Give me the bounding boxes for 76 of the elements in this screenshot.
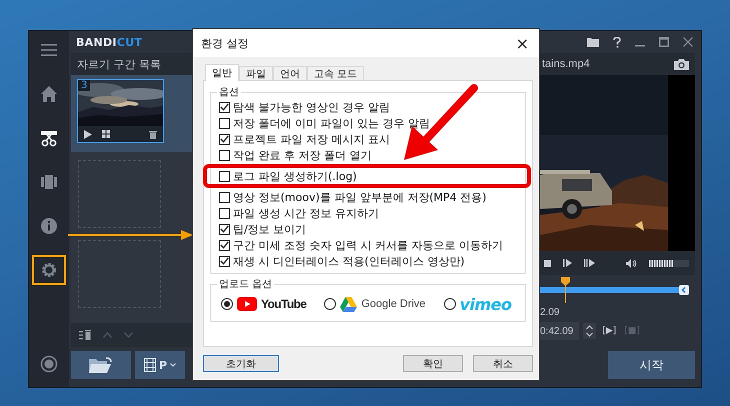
- option-label: 프로젝트 파일 저장 메시지 표시: [233, 132, 390, 146]
- export-format-button[interactable]: P: [135, 351, 185, 379]
- drive-logo-icon: [340, 296, 358, 312]
- reset-button[interactable]: 초기화: [203, 355, 279, 372]
- option-label: 파일 생성 시간 정보 유지하기: [233, 206, 379, 220]
- checkbox[interactable]: [219, 208, 230, 218]
- checkbox[interactable]: [219, 150, 230, 160]
- group-label: 옵션: [218, 86, 240, 99]
- option-label: 영상 정보(moov)를 파일 앞부분에 저장(MP4 전용): [233, 190, 486, 204]
- option-label: 저장 폴더에 이미 파일이 있는 경우 알림: [233, 116, 430, 130]
- close-button[interactable]: ×: [510, 34, 535, 52]
- youtube-label: YouTube: [261, 297, 306, 311]
- google-drive-label: Google Drive: [361, 298, 426, 310]
- time-field[interactable]: 0:42.09: [540, 322, 580, 340]
- menu-icon: [40, 41, 58, 59]
- collapse-icon[interactable]: [679, 285, 689, 295]
- option-label: 재생 시 디인터레이스 적용(인터레이스 영상만): [233, 254, 465, 268]
- trash-icon[interactable]: [149, 130, 157, 138]
- play-icon[interactable]: [84, 130, 92, 138]
- tab[interactable]: 파일: [239, 66, 273, 81]
- folder-icon: [89, 357, 113, 373]
- radio-button[interactable]: [444, 298, 456, 310]
- camera-icon[interactable]: [674, 58, 689, 70]
- segment-number: 3: [78, 80, 90, 91]
- next-frame-icon[interactable]: [584, 259, 595, 267]
- checkbox[interactable]: [219, 170, 230, 182]
- caret-icon: [170, 363, 176, 367]
- checkbox[interactable]: [219, 134, 230, 144]
- group-label: 업로드 옵션: [218, 278, 274, 291]
- scissors-icon: [40, 129, 58, 147]
- file-name: tains.mp4: [542, 58, 590, 70]
- play-frame-icon[interactable]: [563, 259, 572, 267]
- tab[interactable]: 일반: [205, 64, 239, 81]
- film-icon: [144, 358, 156, 372]
- option-label: 팁/정보 보이기: [233, 222, 306, 236]
- stop-icon[interactable]: [544, 260, 551, 266]
- record-icon: [40, 355, 58, 373]
- checkbox[interactable]: [219, 240, 230, 250]
- cancel-button[interactable]: 취소: [473, 355, 533, 372]
- maximize-icon[interactable]: [659, 37, 669, 47]
- start-button[interactable]: 시작: [608, 351, 695, 379]
- grid-icon[interactable]: [102, 130, 110, 138]
- option-label: 구간 미세 조정 숫자 입력 시 커서를 자동으로 이동하기: [233, 238, 503, 252]
- vimeo-label: vimeo: [460, 294, 512, 314]
- info-icon: [40, 217, 58, 235]
- checkbox[interactable]: [219, 118, 230, 128]
- dialog-title: 환경 설정: [201, 36, 248, 50]
- volume-icon[interactable]: [626, 258, 637, 268]
- folder-icon[interactable]: [587, 37, 599, 47]
- option-label: 작업 완료 후 저장 폴더 열기: [233, 148, 372, 162]
- home-icon: [40, 85, 58, 103]
- radio-button[interactable]: [221, 298, 233, 310]
- time-label: 2.09: [540, 306, 560, 318]
- checkbox[interactable]: [219, 256, 230, 266]
- help-icon[interactable]: [613, 36, 621, 48]
- option-label: 로그 파일 생성하기(.log): [233, 168, 357, 184]
- settings-button[interactable]: [32, 255, 66, 285]
- app-logo: BANDICUT: [76, 36, 142, 48]
- tab[interactable]: 언어: [273, 66, 307, 81]
- film-icon: [40, 173, 58, 191]
- play-logo-icon: [237, 297, 257, 311]
- mark-button[interactable]: [▶]: [600, 326, 618, 336]
- radio-button[interactable]: [324, 298, 336, 310]
- time-spinner[interactable]: [583, 323, 596, 339]
- checkbox[interactable]: [219, 224, 230, 234]
- clear-list-icon[interactable]: [79, 330, 91, 340]
- tab[interactable]: 고속 모드: [307, 66, 364, 81]
- volume-slider[interactable]: [649, 260, 689, 266]
- gear-icon: [40, 261, 58, 279]
- option-label: 탐색 불가능한 영상인 경우 알림: [233, 100, 390, 114]
- timeline-marker[interactable]: [561, 277, 570, 303]
- checkbox[interactable]: [219, 102, 230, 112]
- ok-button[interactable]: 확인: [403, 355, 463, 372]
- close-icon[interactable]: [683, 37, 693, 47]
- open-file-button[interactable]: [71, 351, 131, 379]
- checkbox[interactable]: [219, 192, 230, 202]
